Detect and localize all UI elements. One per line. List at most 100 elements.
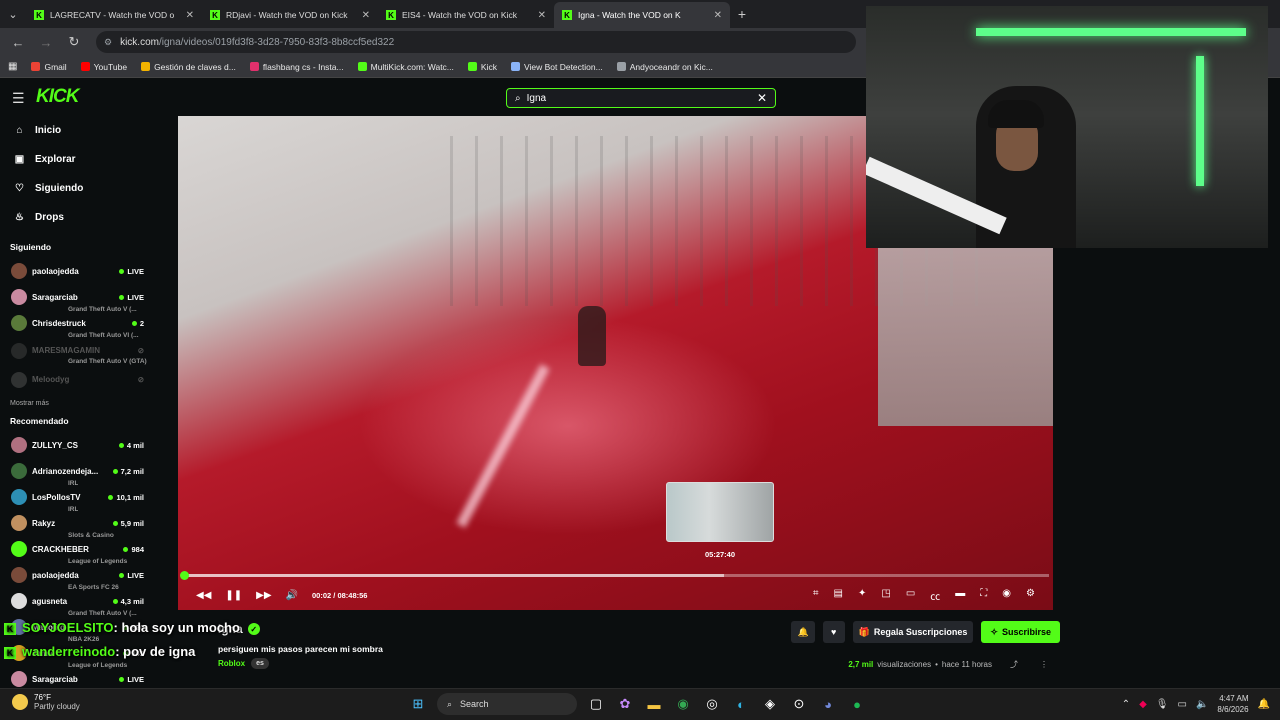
search-input[interactable]: Igna	[527, 93, 546, 104]
clock[interactable]: 4:47 AM 8/6/2026	[1217, 693, 1248, 715]
tray-app-icon[interactable]: ◆	[1139, 699, 1147, 710]
channel-name: Rakyz	[32, 518, 56, 528]
new-tab-button[interactable]: +	[730, 6, 754, 22]
pause-icon[interactable]: ❚❚	[225, 590, 242, 601]
kick-logo[interactable]: KICK	[36, 86, 79, 108]
tab-close-icon[interactable]: ✕	[186, 10, 194, 21]
chrome-icon[interactable]: ◉	[673, 693, 693, 715]
browser-tab[interactable]: K EIS4 - Watch the VOD on Kick ✕	[378, 2, 554, 28]
bookmark-item[interactable]: Gestión de claves d...	[141, 62, 236, 72]
app-icon-1[interactable]: ◎	[702, 693, 722, 715]
clear-search-icon[interactable]: ✕	[757, 91, 767, 105]
language-tag[interactable]: es	[251, 658, 269, 669]
bookmark-item[interactable]: MultiKick.com: Watc...	[357, 62, 454, 72]
avatar	[11, 671, 27, 687]
channel-item[interactable]: Meloodyg ⊘	[0, 365, 152, 394]
tab-search-icon[interactable]: ⌄	[0, 0, 26, 28]
bookmark-item[interactable]: flashbang cs - Insta...	[249, 62, 344, 72]
channel-item[interactable]: paolaojedda Grand Theft Auto V (... LIVE	[0, 562, 152, 617]
sidebar-item-siguiendo[interactable]: ♡ Siguiendo	[0, 174, 152, 203]
progress-bar[interactable]	[180, 571, 1049, 580]
settings-icon[interactable]: ⚙	[1026, 588, 1035, 603]
kick-page: ☰ KICK ⌕ Igna ✕ ⌂ Inicio ▣ Explorar ♡ Siguien…	[0, 6, 1280, 695]
bookmark-item[interactable]: Andyoceandr on Kic...	[616, 62, 713, 72]
channel-item[interactable]: agusneta NBA 2K26 4,3 mil	[0, 588, 152, 643]
browser-tab[interactable]: K Igna - Watch the VOD on K ✕	[554, 2, 730, 28]
subscribe-button[interactable]: ✧ Suscribirse	[981, 621, 1060, 643]
obs-icon[interactable]: ⊙	[789, 693, 809, 715]
bookmark-favicon-icon	[616, 62, 626, 71]
cast-icon[interactable]: ▭	[906, 588, 915, 603]
browser-tab[interactable]: K LAGRECATV - Watch the VOD o ✕	[26, 2, 202, 28]
channel-item[interactable]: MARESMAGAMIN ⊘	[0, 336, 152, 365]
chat-username[interactable]: SOYJOELSITO	[22, 620, 114, 635]
sidebar-item-explorar[interactable]: ▣ Explorar	[0, 145, 152, 174]
edge-icon[interactable]: ◐	[731, 693, 751, 715]
channel-item[interactable]: Adrianozendeja... IRL 7,2 mil	[0, 458, 152, 513]
bookmark-item[interactable]: YouTube	[80, 62, 127, 72]
bookmark-item[interactable]: Gmail	[31, 61, 67, 72]
file-explorer-icon[interactable]: ▬	[644, 693, 664, 715]
follow-button[interactable]: ♥	[822, 621, 845, 643]
sidebar-item-drops[interactable]: ♨ Drops	[0, 203, 152, 232]
sidebar-item-inicio[interactable]: ⌂ Inicio	[0, 116, 152, 145]
browser-tab[interactable]: K RDjavi - Watch the VOD on Kick ✕	[202, 2, 378, 28]
channel-item[interactable]: ZULLYY_CS IRL 4 mil	[0, 432, 152, 487]
forward-button[interactable]: →	[34, 35, 58, 50]
apps-icon[interactable]: ▦	[8, 61, 17, 72]
bookmark-favicon-icon	[357, 62, 367, 71]
back-button[interactable]: ←	[6, 35, 30, 50]
forward-icon[interactable]: ▶▶	[256, 590, 271, 601]
bookmark-item[interactable]: Kick	[467, 62, 497, 72]
highlight-icon[interactable]: ✦	[858, 588, 866, 603]
theater-icon[interactable]: ▬	[955, 588, 965, 603]
clock-time: 4:47 AM	[1219, 694, 1249, 703]
autoplay-icon[interactable]: ◉	[1002, 588, 1011, 603]
tray-chevron-icon[interactable]: ⌃	[1122, 699, 1130, 710]
pip-icon[interactable]: ◳	[881, 588, 890, 603]
channel-item[interactable]: Chrisdestruck Grand Theft Auto V (GTA) 2	[0, 310, 152, 365]
bookmark-item[interactable]: View Bot Detection...	[510, 62, 603, 72]
network-icon[interactable]: ▭	[1178, 699, 1187, 710]
chat-username[interactable]: wanderreinodo	[22, 644, 115, 659]
channel-item[interactable]: CRACKHEBER EA Sports FC 26 984	[0, 536, 152, 591]
bookmark-label: Gmail	[44, 61, 67, 72]
channel-item[interactable]: LosPollosTV Slots & Casino 10,1 mil	[0, 484, 152, 539]
channel-status: LIVE	[119, 267, 144, 276]
show-more-link[interactable]: Mostrar más	[0, 394, 152, 412]
app-icon-2[interactable]: ◈	[760, 693, 780, 715]
tab-close-icon[interactable]: ✕	[714, 10, 722, 21]
tab-close-icon[interactable]: ✕	[538, 10, 546, 21]
mic-icon[interactable]: 🎙	[1156, 699, 1169, 710]
windows-start-icon[interactable]: ⊞	[408, 693, 428, 715]
channel-item[interactable]: Rakyz League of Legends 5,9 mil	[0, 510, 152, 565]
notification-bell-icon[interactable]: 🔔	[1258, 699, 1270, 710]
more-options-icon[interactable]: ⋮	[1040, 660, 1048, 669]
volume-tray-icon[interactable]: 🔈	[1196, 699, 1208, 710]
chapters-icon[interactable]: ▤	[834, 588, 843, 603]
taskbar-search[interactable]: ⌕ Search	[437, 693, 577, 715]
menu-icon[interactable]: ☰	[12, 90, 25, 107]
channel-item[interactable]: paolaojedda Grand Theft Auto V (... LIVE	[0, 258, 152, 313]
site-info-icon[interactable]: ⚙	[104, 37, 112, 48]
discord-icon[interactable]: ◕	[818, 693, 838, 715]
url-field[interactable]: ⚙ kick.com/igna/videos/019fd3f8-3d28-795…	[96, 31, 856, 53]
avatar	[11, 593, 27, 609]
reload-button[interactable]: ↻	[62, 34, 86, 50]
volume-icon[interactable]: 🔊	[286, 590, 298, 601]
search-box[interactable]: ⌕ Igna ✕	[506, 88, 776, 108]
rewind-icon[interactable]: ◀◀	[196, 590, 211, 601]
progress-knob[interactable]	[180, 571, 190, 580]
weather-widget[interactable]: 76°F Partly cloudy	[12, 693, 80, 711]
tab-close-icon[interactable]: ✕	[362, 10, 370, 21]
share-icon[interactable]: ⤴	[1010, 659, 1018, 670]
channel-item[interactable]: Saragarciab Grand Theft Auto VI (... LIVE	[0, 284, 152, 339]
clip-icon[interactable]: ⌗	[813, 588, 819, 603]
gift-subs-button[interactable]: 🎁 Regala Suscripciones	[852, 621, 974, 643]
captions-icon[interactable]: ㏄	[930, 588, 940, 603]
copilot-icon[interactable]: ✿	[615, 693, 635, 715]
notifications-button[interactable]: 🔔	[791, 621, 815, 643]
spotify-icon[interactable]: ●	[847, 693, 867, 715]
fullscreen-icon[interactable]: ⛶	[980, 588, 987, 603]
task-view-icon[interactable]: ▢	[586, 693, 606, 715]
